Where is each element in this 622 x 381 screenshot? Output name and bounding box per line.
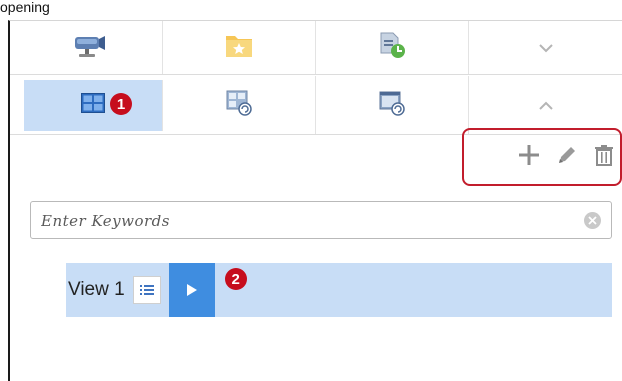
annotation-badge-2: 2 [224, 268, 247, 290]
main-toolbar [10, 21, 622, 75]
chevron-down-icon [538, 37, 554, 58]
play-icon [186, 284, 197, 296]
tab-view-layout[interactable]: 1 [24, 80, 163, 131]
trash-icon [595, 144, 613, 166]
window-refresh-icon [379, 90, 405, 121]
collapse-toggle[interactable] [469, 76, 622, 134]
search-box [30, 201, 612, 240]
tab-schedule[interactable] [316, 21, 469, 74]
favorites-folder-icon [225, 32, 253, 63]
expand-toggle[interactable] [469, 21, 622, 74]
view-label: View 1 [68, 279, 125, 300]
scheduled-document-icon [378, 31, 406, 64]
grid-refresh-icon [226, 90, 252, 121]
tab-favorites[interactable] [163, 21, 316, 74]
camera-icon [65, 30, 107, 65]
view-actions-highlight [462, 128, 622, 186]
caption-text: opening [0, 0, 50, 15]
chevron-up-icon [538, 95, 554, 116]
add-view-button[interactable] [518, 144, 540, 171]
pencil-icon [559, 146, 575, 163]
search-input[interactable] [39, 202, 563, 240]
tab-window-refresh[interactable] [316, 76, 469, 134]
view-list-item[interactable]: View 1 2 [66, 263, 612, 317]
edit-view-button[interactable] [556, 144, 578, 171]
delete-view-button[interactable] [594, 144, 614, 171]
tab-grid-refresh[interactable] [163, 76, 316, 134]
play-view-button[interactable] [168, 263, 215, 317]
clear-circle-icon[interactable] [584, 212, 601, 229]
layout-grid-icon [81, 93, 105, 118]
annotation-badge-1: 1 [110, 93, 132, 115]
list-icon [139, 285, 154, 295]
view-panel: 1 Enter Keywords View 1 2 [8, 20, 622, 381]
plus-icon [519, 144, 539, 165]
view-toolbar: 1 [10, 76, 622, 135]
view-details-button[interactable] [132, 276, 161, 304]
tab-live-view[interactable] [10, 21, 163, 74]
